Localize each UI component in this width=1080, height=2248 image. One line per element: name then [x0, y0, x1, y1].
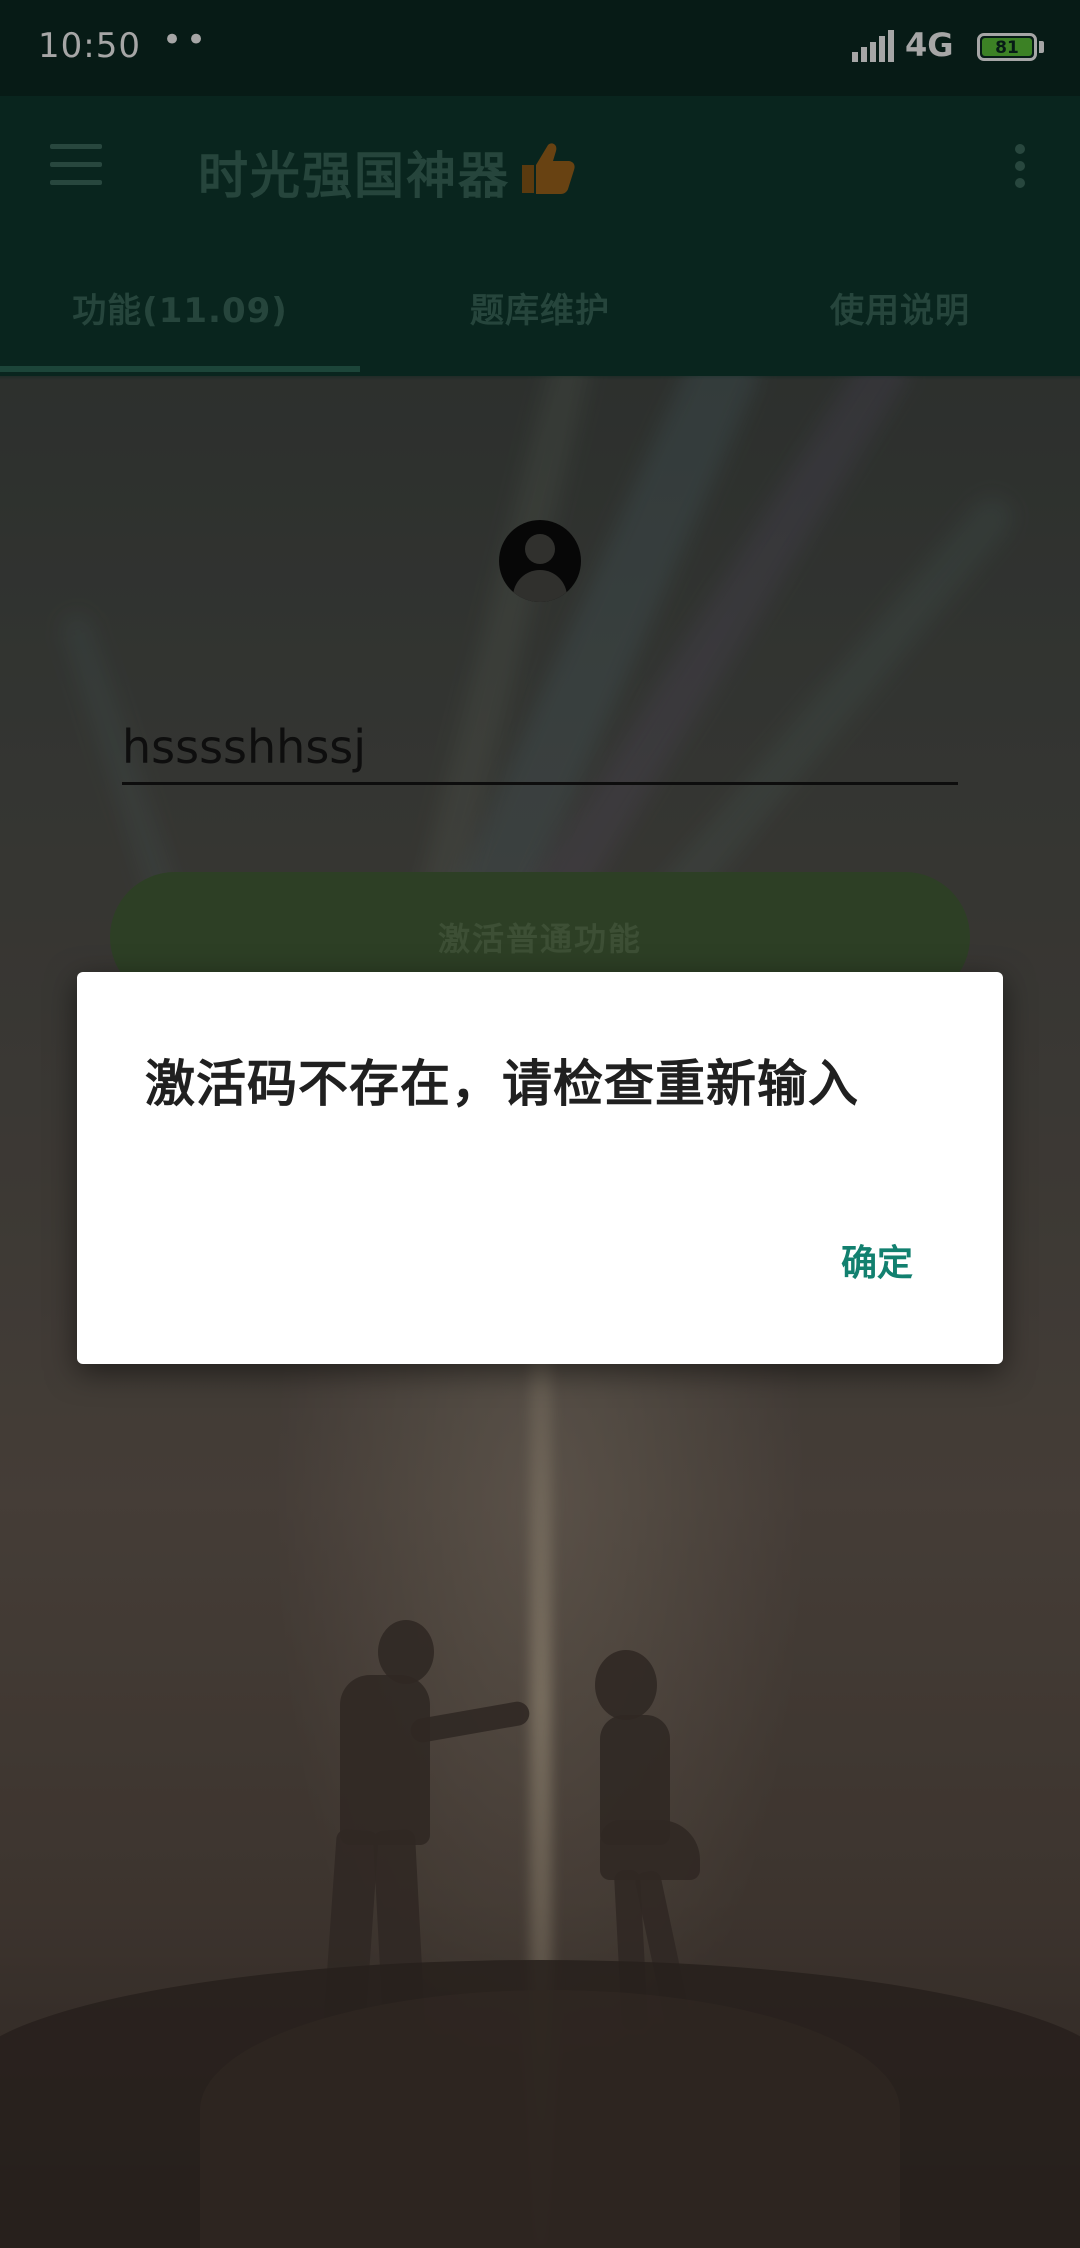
dialog-ok-button[interactable]: 确定: [797, 1212, 957, 1308]
dialog-message: 激活码不存在，请检查重新输入: [145, 1055, 859, 1113]
alert-dialog: 激活码不存在，请检查重新输入 确定: [77, 972, 1003, 1364]
